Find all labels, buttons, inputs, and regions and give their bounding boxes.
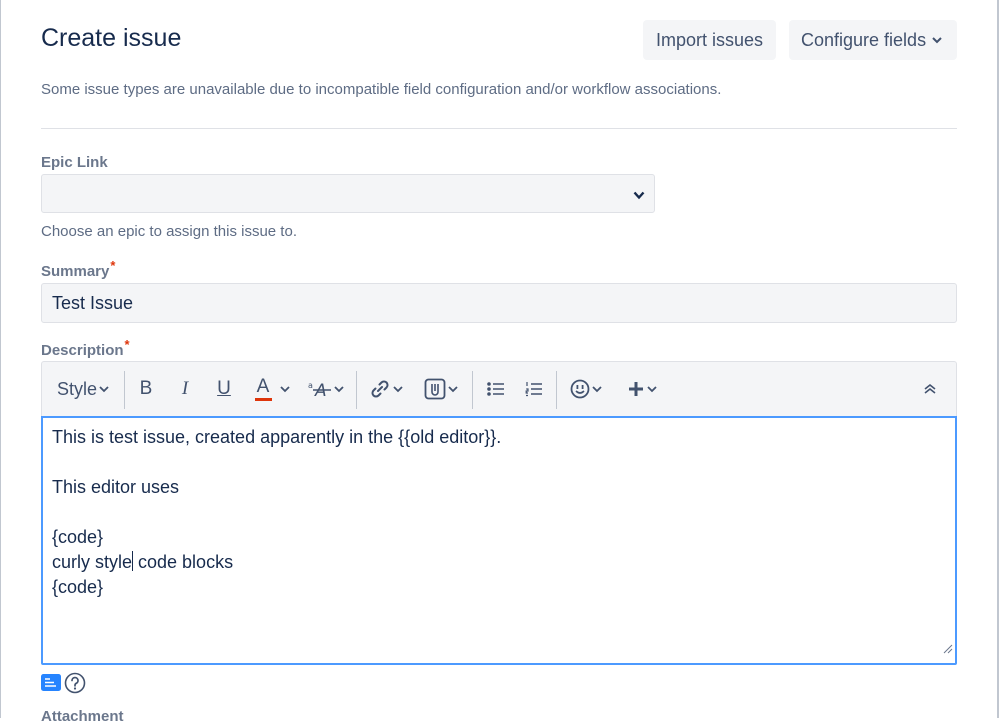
divider [41,128,957,129]
dialog-title: Create issue [41,24,182,52]
link-button[interactable] [366,362,406,416]
description-editor[interactable]: This is test issue, created apparently i… [41,416,957,665]
toolbar-separator [124,371,125,409]
underline-icon: U [217,378,231,399]
bullet-list-button[interactable] [484,362,508,416]
editor-text-before-caret: curly style [52,552,133,572]
editor-line: This editor uses [52,477,180,497]
emoji-button[interactable] [566,362,606,416]
svg-text:a: a [308,381,313,390]
editor-line: {code} [52,527,104,547]
summary-label: Summary* [41,258,115,280]
attachment-icon [424,378,446,400]
import-issues-button[interactable]: Import issues [643,20,776,60]
resize-handle-icon[interactable] [943,636,953,661]
numbered-list-button[interactable] [522,362,546,416]
emoji-icon [570,379,590,399]
configure-fields-button[interactable]: Configure fields [789,20,957,60]
text-color-swatch [254,398,272,401]
collapse-toolbar-button[interactable] [918,362,942,416]
underline-button[interactable]: U [212,362,236,416]
chevron-down-icon [448,385,458,392]
collapse-icon [924,383,936,394]
chevron-down-icon [99,385,109,392]
bold-icon: B [139,378,153,399]
text-color-button[interactable]: A [248,362,296,416]
chevron-down-icon [932,36,942,44]
epic-link-select[interactable] [41,174,655,213]
text-color-letter: A [256,376,270,397]
summary-value: Test Issue [52,292,134,313]
insert-more-button[interactable] [622,362,662,416]
italic-button[interactable]: I [173,362,197,416]
import-issues-label: Import issues [655,29,764,50]
chevron-down-icon [334,385,344,392]
chevron-down-icon [646,385,657,392]
text-effects-button[interactable]: a A [306,362,346,416]
chevron-down-icon [592,385,602,392]
help-icon[interactable] [64,672,86,699]
attachment-label: Attachment [41,708,124,725]
numbered-list-icon [525,382,542,397]
bullet-list-icon [487,382,504,396]
editor-line: This is test issue, created apparently i… [52,427,502,447]
configure-fields-label: Configure fields [801,29,927,50]
link-icon [371,380,389,398]
toolbar-separator [356,371,357,409]
attachment-button[interactable] [421,362,461,416]
summary-input[interactable]: Test Issue [41,283,957,323]
chevron-down-icon [633,187,645,205]
style-dropdown-button[interactable]: Style [54,362,112,416]
wiki-markup-icon[interactable] [41,674,61,696]
chevron-down-icon [279,385,290,392]
editor-toolbar: Style B I U A a A [41,361,957,416]
text-color-icon: A [254,376,272,401]
plus-icon [628,382,643,396]
epic-link-label: Epic Link [41,154,108,171]
issue-types-notice: Some issue types are unavailable due to … [41,81,722,98]
editor-line: {code} [52,577,104,597]
epic-link-help: Choose an epic to assign this issue to. [41,223,297,240]
toolbar-separator [472,371,473,409]
required-marker: * [124,337,130,352]
dialog-left-edge [0,0,1,718]
description-label-text: Description [41,342,124,359]
toolbar-separator [556,371,557,409]
editor-text-after-caret: code blocks [133,552,234,572]
text-effects-icon: a A [308,381,331,399]
italic-icon: I [181,378,189,399]
chevron-down-icon [393,385,403,392]
editor-line: curly style code blocks [52,550,946,575]
description-label: Description* [41,337,130,359]
required-marker: * [110,258,116,273]
style-label: Style [56,378,98,399]
summary-label-text: Summary [41,263,110,280]
bold-button[interactable]: B [134,362,158,416]
